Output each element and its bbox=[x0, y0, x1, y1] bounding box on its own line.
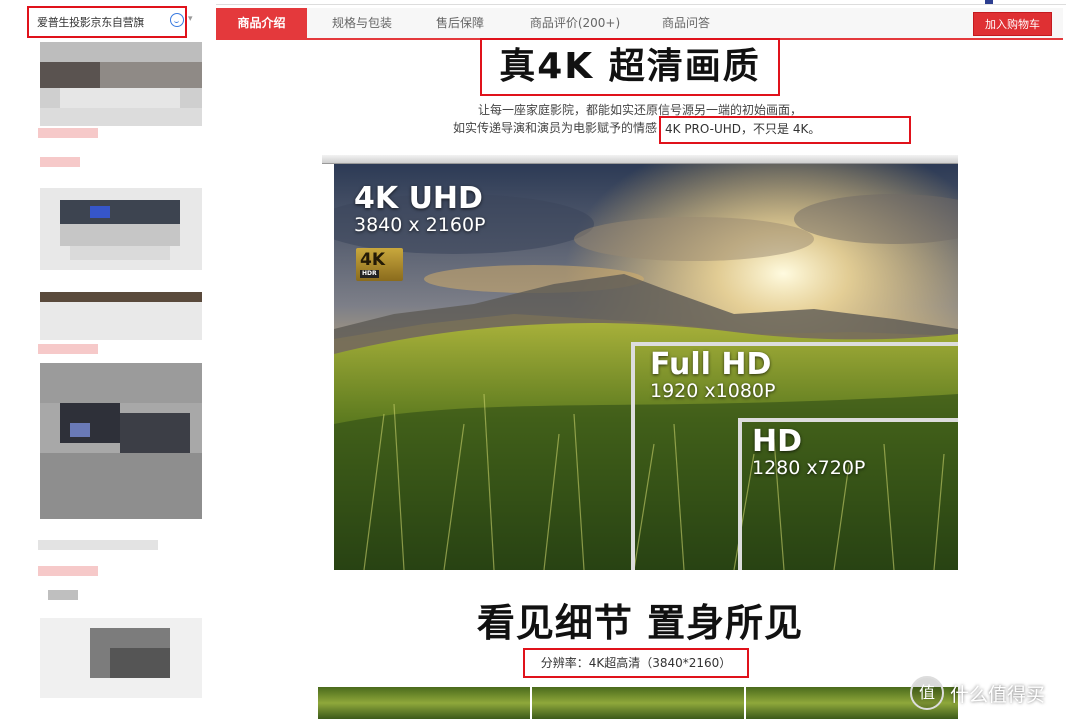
smzdm-logo-icon: 值 bbox=[910, 676, 944, 710]
tab-product-intro[interactable]: 商品介绍 bbox=[216, 8, 307, 38]
shop-name[interactable]: 爱普生投影京东自营旗 bbox=[37, 14, 144, 30]
list-item bbox=[38, 540, 158, 550]
projector-screen-rail bbox=[322, 155, 958, 164]
detail-photo bbox=[532, 687, 744, 719]
price-text bbox=[38, 344, 98, 354]
watermark-text: 什么值得买 bbox=[950, 683, 1046, 706]
resolution-comparison-image: 4K UHD 3840 x 2160P 4K HDR Full HD 1920 … bbox=[334, 164, 958, 570]
divider bbox=[216, 4, 1066, 5]
price-text bbox=[38, 566, 98, 576]
uhd-title: 4K UHD bbox=[354, 181, 483, 216]
list-item bbox=[48, 590, 78, 600]
tab-bar: 商品介绍 规格与包装 售后保障 商品评价(200+) 商品问答 加入购物车 bbox=[216, 8, 1063, 40]
resolution-spec: 分辨率：4K超高清（3840*2160） bbox=[523, 648, 749, 678]
product-thumbnail[interactable] bbox=[40, 42, 202, 126]
section-headline: 看见细节 置身所见 bbox=[476, 601, 804, 645]
tab-qa[interactable]: 商品问答 bbox=[647, 8, 725, 38]
full-hd-title: Full HD bbox=[650, 347, 772, 382]
price-text bbox=[38, 128, 98, 138]
add-to-cart-button[interactable]: 加入购物车 bbox=[973, 12, 1052, 36]
chevron-down-icon[interactable]: ▾ bbox=[188, 14, 193, 24]
badge-4k-text: 4K bbox=[360, 250, 386, 270]
tab-specs[interactable]: 规格与包装 bbox=[307, 8, 417, 38]
uhd-resolution: 3840 x 2160P bbox=[354, 214, 486, 236]
product-thumbnail[interactable] bbox=[40, 292, 202, 340]
price-text bbox=[40, 157, 80, 167]
tab-after-sales[interactable]: 售后保障 bbox=[417, 8, 503, 38]
product-thumbnail[interactable] bbox=[40, 188, 202, 270]
product-thumbnail[interactable] bbox=[40, 618, 202, 698]
sidebar: 爱普生投影京东自营旗 ▾ bbox=[0, 0, 210, 719]
headline: 真4K 超清画质 bbox=[480, 38, 780, 96]
product-thumbnail[interactable] bbox=[40, 363, 202, 519]
description-line: 如实传递导演和演员为电影赋予的情感 bbox=[452, 121, 657, 135]
hd-title: HD bbox=[752, 424, 803, 459]
full-hd-resolution: 1920 x1080P bbox=[650, 380, 776, 402]
corner-mark bbox=[985, 0, 993, 4]
4k-hdr-badge-icon: 4K HDR bbox=[356, 248, 403, 281]
highlight-text: 4K PRO-UHD，不只是 4K。 bbox=[659, 116, 911, 144]
shop-header[interactable]: 爱普生投影京东自营旗 bbox=[27, 6, 187, 38]
detail-photo bbox=[318, 687, 530, 719]
chat-icon[interactable] bbox=[170, 13, 184, 27]
watermark: 值 什么值得买 bbox=[910, 676, 1045, 710]
badge-hdr-text: HDR bbox=[360, 270, 379, 278]
tab-reviews[interactable]: 商品评价(200+) bbox=[503, 8, 647, 38]
hd-resolution: 1280 x720P bbox=[752, 457, 866, 479]
